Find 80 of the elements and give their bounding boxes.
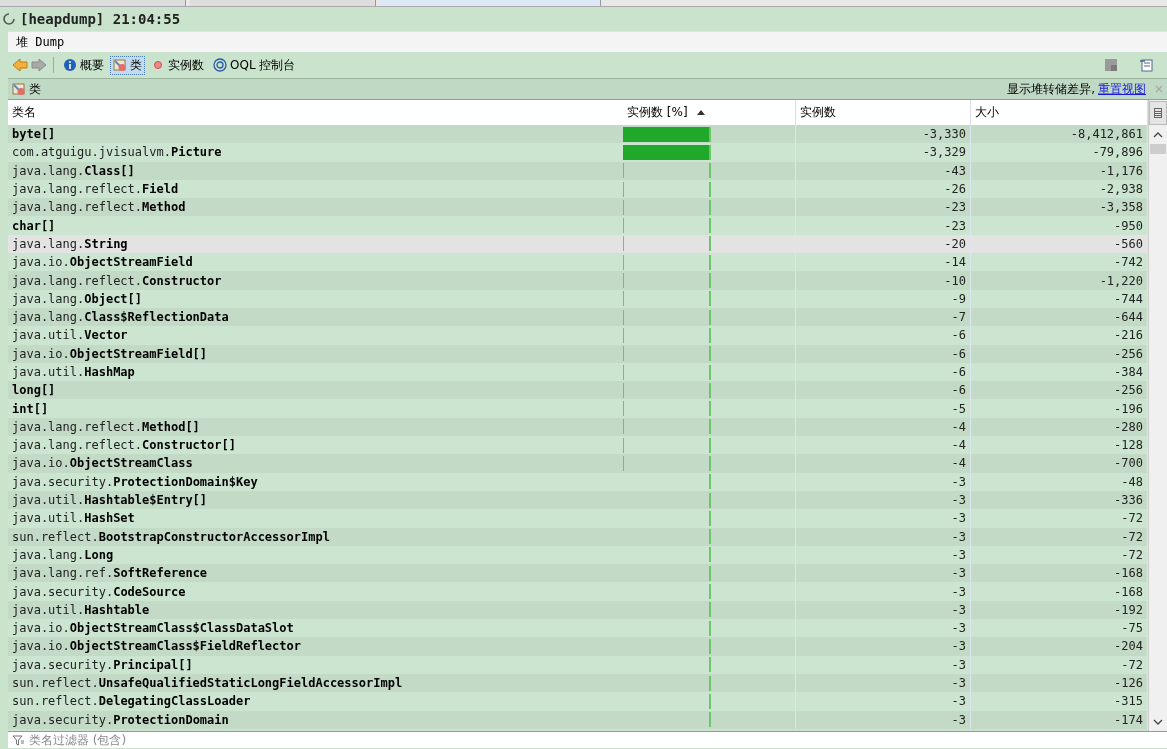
count-cell: -3 (796, 619, 971, 638)
view-tab[interactable]: 类 (110, 55, 145, 75)
size-cell: -950 (971, 216, 1148, 235)
class-name-cell[interactable]: byte[] (8, 125, 623, 144)
classes-icon (113, 58, 127, 72)
class-name-cell[interactable]: java.io.ObjectStreamClass (8, 454, 623, 473)
size-cell: -168 (971, 564, 1148, 583)
class-name-cell[interactable]: sun.reflect.DelegatingClassLoader (8, 692, 623, 711)
export-icon[interactable] (1139, 58, 1155, 72)
class-name-cell[interactable]: int[] (8, 399, 623, 418)
size-cell: -79,896 (971, 143, 1148, 162)
scrollbar-thumb[interactable] (1150, 144, 1166, 154)
spinner-icon (3, 13, 15, 25)
class-name-cell[interactable]: java.security.CodeSource (8, 582, 623, 601)
size-cell: -3,358 (971, 198, 1148, 217)
size-cell: -75 (971, 619, 1148, 638)
count-cell: -6 (796, 381, 971, 400)
class-name-cell[interactable]: java.lang.reflect.Constructor (8, 271, 623, 290)
count-cell: -10 (796, 271, 971, 290)
info-icon (63, 58, 77, 72)
class-name-cell[interactable]: long[] (8, 381, 623, 400)
class-name-cell[interactable]: java.io.ObjectStreamClass$FieldReflector (8, 637, 623, 656)
back-icon[interactable] (12, 58, 28, 72)
diff-note: 显示堆转储差异, (1007, 80, 1095, 98)
section-title: 类 (29, 80, 41, 98)
column-header[interactable]: 实例数 [%] (623, 100, 796, 125)
class-name-cell[interactable]: char[] (8, 216, 623, 235)
count-cell: -3 (796, 692, 971, 711)
class-name-cell[interactable]: java.lang.reflect.Constructor[] (8, 436, 623, 455)
class-name-cell[interactable]: java.io.ObjectStreamField (8, 253, 623, 272)
scroll-down-icon[interactable] (1153, 719, 1163, 725)
size-cell: -700 (971, 454, 1148, 473)
view-tab[interactable]: 实例数 (148, 55, 207, 75)
size-cell: -128 (971, 436, 1148, 455)
count-cell: -4 (796, 436, 971, 455)
size-cell: -168 (971, 582, 1148, 601)
view-tab[interactable]: 概要 (60, 55, 107, 75)
count-cell: -23 (796, 198, 971, 217)
column-header[interactable]: 大小 (971, 100, 1148, 125)
size-cell: -204 (971, 637, 1148, 656)
view-title: 堆 Dump (16, 33, 65, 51)
class-name-cell[interactable]: java.lang.ref.SoftReference (8, 564, 623, 583)
column-selector-icon[interactable] (1149, 101, 1167, 125)
count-cell: -3 (796, 564, 971, 583)
class-name-cell[interactable]: com.atguigu.jvisualvm.Picture (8, 143, 623, 162)
column-header[interactable]: 实例数 (796, 100, 971, 125)
column-header[interactable]: 类名 (8, 100, 623, 125)
reset-view-link[interactable]: 重置视图 (1098, 80, 1146, 98)
forward-icon[interactable] (31, 58, 47, 72)
size-cell: -8,412,861 (971, 125, 1148, 144)
size-cell: -72 (971, 509, 1148, 528)
dot-icon (151, 58, 165, 72)
count-cell: -4 (796, 454, 971, 473)
count-cell: -3 (796, 637, 971, 656)
close-icon[interactable] (1155, 85, 1163, 93)
count-cell: -3,329 (796, 143, 971, 162)
count-cell: -3 (796, 582, 971, 601)
oql-icon (213, 58, 227, 72)
size-cell: -216 (971, 326, 1148, 345)
size-cell: -315 (971, 692, 1148, 711)
count-cell: -14 (796, 253, 971, 272)
count-cell: -3 (796, 509, 971, 528)
classes-icon (12, 82, 26, 96)
snapshot-icon[interactable] (1104, 58, 1118, 72)
view-tab[interactable]: OQL 控制台 (210, 55, 299, 75)
class-name-cell[interactable]: java.util.HashSet (8, 509, 623, 528)
filter-icon (12, 734, 25, 746)
count-cell: -23 (796, 216, 971, 235)
count-cell: -6 (796, 326, 971, 345)
window-title: [heapdump] 21:04:55 (20, 11, 181, 27)
size-cell: -742 (971, 253, 1148, 272)
count-cell: -3,330 (796, 125, 971, 144)
class-name-cell[interactable]: java.util.Vector (8, 326, 623, 345)
class-name-cell[interactable]: java.io.ObjectStreamClass$ClassDataSlot (8, 619, 623, 638)
size-cell: -256 (971, 381, 1148, 400)
size-cell: -1,220 (971, 271, 1148, 290)
size-cell: -196 (971, 399, 1148, 418)
scroll-up-icon[interactable] (1153, 132, 1163, 138)
count-cell: -5 (796, 399, 971, 418)
class-name-cell[interactable]: java.lang.reflect.Method (8, 198, 623, 217)
